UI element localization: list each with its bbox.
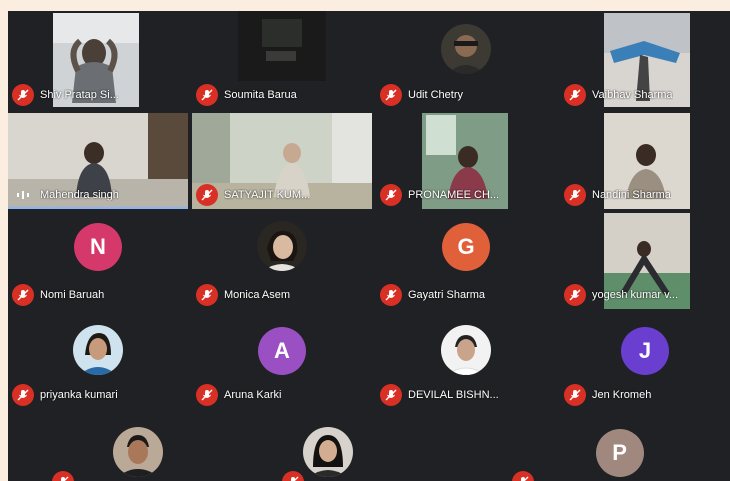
- mic-off-icon: [12, 384, 34, 406]
- participant-name: Vaibhav Sharma: [592, 89, 673, 101]
- mic-off-icon: [196, 384, 218, 406]
- participant-name: PRONAMEE CH...: [408, 189, 500, 201]
- mic-off-icon: [512, 471, 534, 481]
- mic-off-icon: [196, 84, 218, 106]
- mic-off-icon: [12, 284, 34, 306]
- audio-level-icon: [12, 184, 34, 206]
- mic-off-icon: [564, 84, 586, 106]
- participant-tile[interactable]: Udit Chetry: [376, 11, 556, 109]
- participant-name: Udit Chetry: [408, 89, 464, 101]
- participant-photo: [441, 24, 491, 74]
- participant-label: Soumita Barua: [196, 84, 370, 106]
- participant-avatar: A: [258, 327, 306, 375]
- mic-off-icon: [564, 384, 586, 406]
- participant-tile[interactable]: PRONAMEE CH...: [376, 113, 556, 209]
- avatar-initial: P: [612, 440, 627, 465]
- participant-name: DEVILAL BISHN...: [408, 389, 499, 401]
- participant-label: [282, 471, 456, 481]
- participant-name: priyanka kumari: [40, 389, 118, 401]
- participant-label: SATYAJIT KUM...: [196, 184, 370, 206]
- avatar-initial: G: [457, 234, 475, 259]
- participant-label: Gayatri Sharma: [380, 284, 554, 306]
- participant-tile[interactable]: P: [508, 415, 688, 481]
- participant-photo: [303, 427, 354, 477]
- participant-label: Shiv Pratap Si...: [12, 84, 186, 106]
- participant-tile[interactable]: Vaibhav Sharma: [560, 11, 730, 109]
- mic-off-icon: [282, 471, 304, 481]
- participant-label: DEVILAL BISHN...: [380, 384, 554, 406]
- participant-tile[interactable]: [48, 415, 228, 481]
- participant-tile[interactable]: G Gayatri Sharma: [376, 213, 556, 309]
- participant-name: Soumita Barua: [224, 89, 297, 101]
- participant-label: Nandini Sharma: [564, 184, 728, 206]
- participant-avatar: J: [621, 327, 669, 375]
- mic-off-icon: [564, 184, 586, 206]
- participant-label: PRONAMEE CH...: [380, 184, 554, 206]
- mic-off-icon: [564, 284, 586, 306]
- participant-tile[interactable]: A Aruna Karki: [192, 313, 372, 409]
- speaking-indicator: [8, 207, 188, 209]
- participant-tile[interactable]: priyanka kumari: [8, 313, 188, 409]
- participant-tile[interactable]: yogesh kumar v...: [560, 213, 730, 309]
- participant-tile[interactable]: Soumita Barua: [192, 11, 372, 109]
- mic-off-icon: [380, 184, 402, 206]
- participant-name: Nomi Baruah: [40, 289, 105, 301]
- participant-label: Jen Kromeh: [564, 384, 728, 406]
- avatar-initial: A: [274, 338, 290, 363]
- participant-tile[interactable]: [278, 415, 458, 481]
- participant-avatar: N: [74, 223, 122, 271]
- participant-label: [52, 471, 226, 481]
- participant-avatar: G: [442, 223, 490, 271]
- participant-label: priyanka kumari: [12, 384, 186, 406]
- participant-label: Nomi Baruah: [12, 284, 186, 306]
- mic-off-icon: [196, 284, 218, 306]
- participant-name: SATYAJIT KUM...: [224, 189, 311, 201]
- participant-name: Jen Kromeh: [592, 389, 652, 401]
- participant-label: Monica Asem: [196, 284, 370, 306]
- participant-avatar: P: [595, 429, 644, 477]
- mic-off-icon: [380, 384, 402, 406]
- participant-label: Udit Chetry: [380, 84, 554, 106]
- mic-off-icon: [52, 471, 74, 481]
- participant-tile[interactable]: DEVILAL BISHN...: [376, 313, 556, 409]
- participant-label: Vaibhav Sharma: [564, 84, 728, 106]
- participant-photo: [113, 427, 163, 477]
- avatar-initial: J: [638, 338, 652, 363]
- participant-tile[interactable]: N Nomi Baruah: [8, 213, 188, 309]
- participant-tile[interactable]: Shiv Pratap Si...: [8, 11, 188, 109]
- meeting-grid: Shiv Pratap Si... Soumita Barua Udit Che…: [8, 11, 730, 481]
- participant-photo: [257, 221, 307, 271]
- participant-name: Mahendra singh: [40, 189, 119, 201]
- participant-name: Shiv Pratap Si...: [40, 89, 119, 101]
- participant-label: Aruna Karki: [196, 384, 370, 406]
- mic-off-icon: [12, 84, 34, 106]
- participant-photo: [441, 325, 491, 375]
- participant-name: yogesh kumar v...: [592, 289, 678, 301]
- participant-tile[interactable]: Monica Asem: [192, 213, 372, 309]
- participant-photo: [73, 325, 123, 375]
- participant-label: yogesh kumar v...: [564, 284, 728, 306]
- participant-name: Nandini Sharma: [592, 189, 671, 201]
- participant-tile[interactable]: Nandini Sharma: [560, 113, 730, 209]
- participant-name: Aruna Karki: [224, 389, 282, 401]
- avatar-initial: N: [90, 234, 106, 259]
- participant-tile[interactable]: J Jen Kromeh: [560, 313, 730, 409]
- participant-tile[interactable]: SATYAJIT KUM...: [192, 113, 372, 209]
- participant-tile[interactable]: Mahendra singh: [8, 113, 188, 209]
- mic-off-icon: [196, 184, 218, 206]
- participant-label: [512, 471, 686, 481]
- participant-label: Mahendra singh: [12, 184, 186, 206]
- participant-name: Gayatri Sharma: [408, 289, 486, 301]
- mic-off-icon: [380, 84, 402, 106]
- mic-off-icon: [380, 284, 402, 306]
- participant-name: Monica Asem: [224, 289, 291, 301]
